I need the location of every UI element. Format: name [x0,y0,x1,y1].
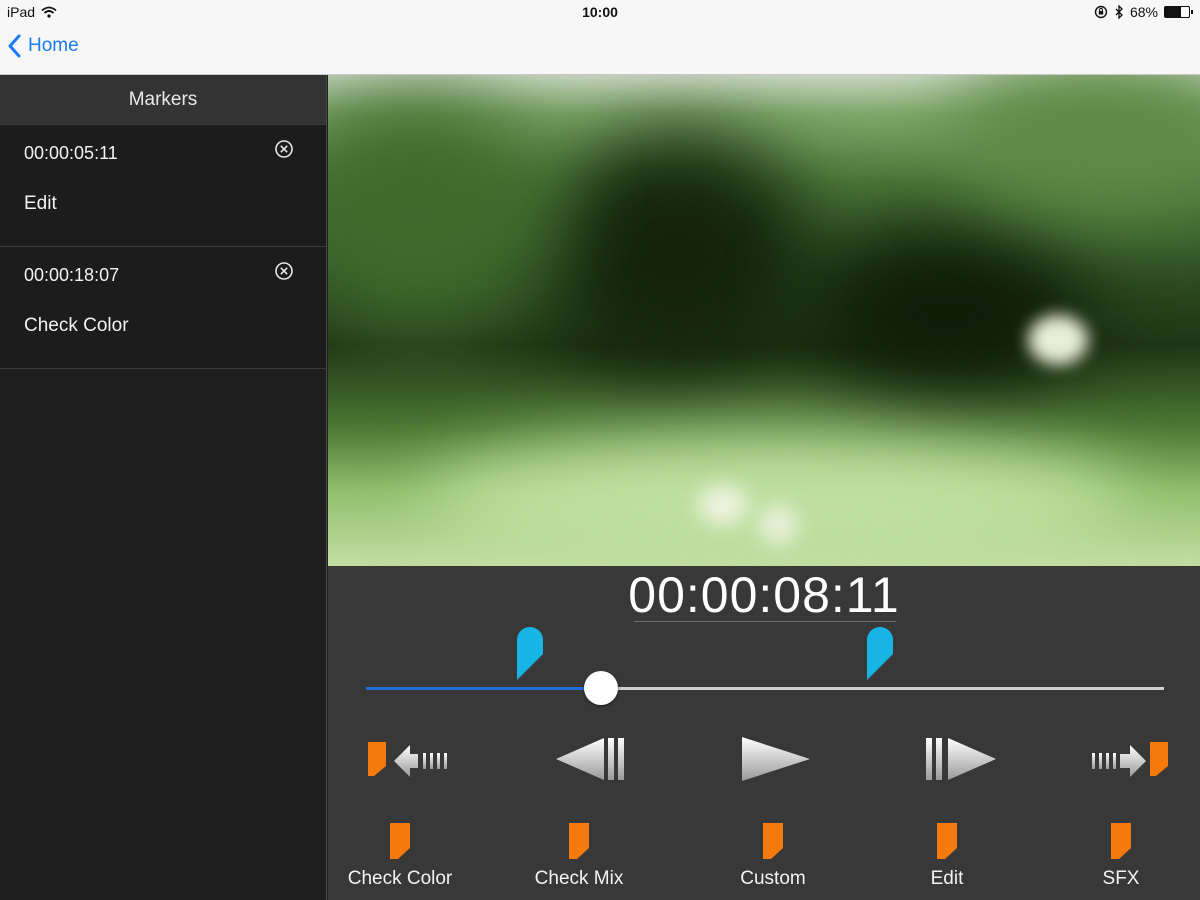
video-foliage [548,135,808,375]
flag-icon [763,823,783,859]
play-icon[interactable] [732,734,822,784]
video-foliage [808,225,1088,395]
marker-pin-icon[interactable] [865,626,895,682]
preset-check-color[interactable]: Check Color [325,822,475,900]
nav-bar: Home [0,24,1200,75]
markers-sidebar: Markers 00:00:05:11 Edit 00:00:18:07 Che… [0,75,327,900]
flag-icon [390,823,410,859]
rotation-lock-icon [1094,5,1108,19]
timecode-display[interactable]: 00:00:08:11 [328,566,1200,624]
previous-marker-icon[interactable] [366,734,456,784]
preset-label: Check Color [347,868,453,889]
marker-label: Check Color [24,315,129,336]
video-insect [1028,315,1088,365]
status-time: 10:00 [582,4,618,20]
marker-pin-icon[interactable] [515,626,545,682]
close-circle-icon[interactable] [274,139,294,159]
sidebar-title: Markers [0,75,326,125]
marker-time: 00:00:05:11 [24,143,118,163]
preset-custom[interactable]: Custom [698,822,848,900]
flag-icon [937,823,957,859]
playback-controls: 00:00:08:11 Check Color Check Mix Custom… [328,566,1200,900]
home-back-button[interactable]: Home [8,34,79,58]
chevron-left-icon [8,34,21,58]
marker-list-item[interactable]: 00:00:05:11 Edit [0,125,326,247]
video-preview[interactable] [328,75,1200,566]
scrubber-track[interactable] [366,671,1164,705]
video-grass [428,435,1128,566]
preset-edit[interactable]: Edit [872,822,1022,900]
battery-percentage: 68% [1129,4,1158,20]
marker-list-item[interactable]: 00:00:18:07 Check Color [0,247,326,369]
video-flower [758,505,798,545]
scrubber-progress [366,687,602,690]
video-flower [698,485,748,525]
preset-label: SFX [1102,868,1140,889]
status-bar: iPad 10:00 68% [0,0,1200,24]
close-circle-icon[interactable] [274,261,294,281]
status-right: 68% [1094,4,1193,20]
preset-sfx[interactable]: SFX [1046,822,1196,900]
timecode-underline [634,621,896,622]
preset-label: Edit [930,868,964,889]
preset-label: Custom [740,868,806,889]
battery-icon [1164,6,1193,18]
flag-icon [1111,823,1131,859]
step-forward-icon[interactable] [918,734,1008,784]
preset-label: Check Mix [534,868,624,889]
video-foliage [948,75,1200,215]
scrubber-thumb[interactable] [584,671,619,705]
video-foliage [328,95,548,335]
bluetooth-icon [1115,5,1123,19]
next-marker-icon[interactable] [1086,734,1176,784]
step-back-icon[interactable] [548,734,638,784]
back-label: Home [28,35,79,56]
flag-icon [569,823,589,859]
marker-label: Edit [24,193,57,214]
battery-fill [1165,7,1182,17]
preset-check-mix[interactable]: Check Mix [504,822,654,900]
marker-time: 00:00:18:07 [24,265,120,285]
